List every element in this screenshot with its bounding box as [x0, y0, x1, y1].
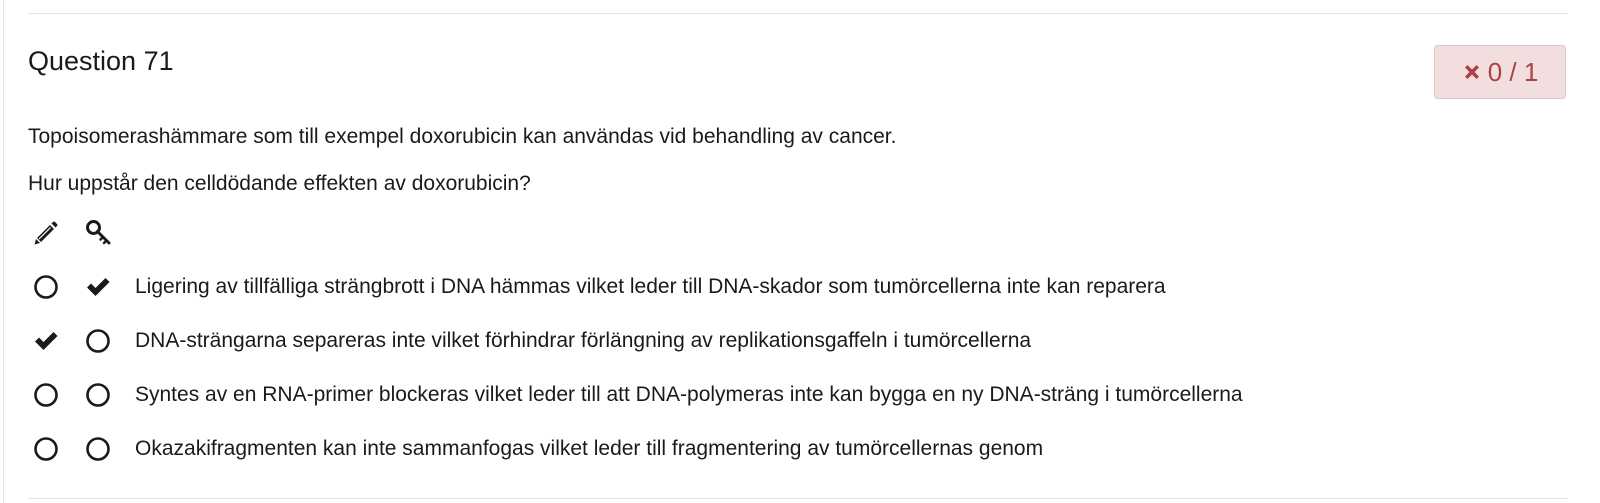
times-icon [1464, 65, 1479, 79]
answer-option: DNA-strängarna separeras inte vilket för… [28, 325, 1428, 357]
top-divider [28, 13, 1568, 14]
answer-option: Ligering av tillfälliga strängbrott i DN… [28, 271, 1428, 303]
panel-left-border [3, 0, 4, 503]
answer-option-text: Syntes av en RNA-primer blockeras vilket… [135, 383, 1243, 406]
question-panel: Question 71 0 / 1 Topoisomerashämmare so… [0, 0, 1600, 503]
checkmark-icon [35, 332, 58, 350]
question-title: Question 71 [28, 46, 174, 76]
answer-option: Syntes av en RNA-primer blockeras vilket… [28, 379, 1428, 411]
question-prompt-line-2: Hur uppstår den celldödande effekten av … [28, 172, 531, 195]
checkmark-icon [87, 278, 110, 296]
pencil-icon [34, 221, 58, 245]
radio-unselected-icon [34, 437, 58, 461]
radio-unselected-icon [86, 329, 110, 353]
answer-option-text: DNA-strängarna separeras inte vilket för… [135, 329, 1032, 352]
answer-option: Okazakifragmenten kan inte sammanfogas v… [28, 433, 1428, 465]
question-prompt-line-1: Topoisomerashämmare som till exempel dox… [28, 125, 897, 148]
radio-unselected-icon [34, 383, 58, 407]
score-value: 0 / 1 [1487, 56, 1539, 87]
radio-unselected-icon [86, 383, 110, 407]
key-icon [86, 220, 111, 245]
bottom-divider [28, 498, 1568, 499]
radio-unselected-icon [34, 275, 58, 299]
score-badge: 0 / 1 [1434, 45, 1566, 99]
answer-option-text: Okazakifragmenten kan inte sammanfogas v… [135, 437, 1044, 460]
answer-option-text: Ligering av tillfälliga strängbrott i DN… [135, 275, 1166, 298]
radio-unselected-icon [86, 437, 110, 461]
